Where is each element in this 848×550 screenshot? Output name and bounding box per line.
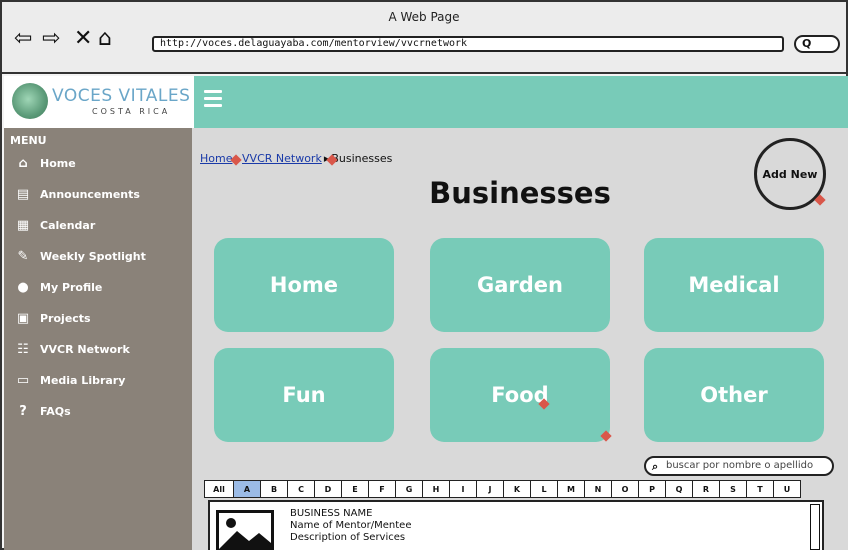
letter-filter-all[interactable]: All (204, 480, 234, 498)
breadcrumb-network-link[interactable]: VVCR Network (242, 152, 322, 165)
letter-filter-g[interactable]: G (395, 480, 423, 498)
letter-filter-t[interactable]: T (746, 480, 774, 498)
site-header: VOCES VITALES COSTA RICA (4, 76, 848, 128)
letter-filter-o[interactable]: O (611, 480, 639, 498)
sidebar-item-calendar[interactable]: ▦ Calendar (14, 214, 95, 236)
directory-search-input[interactable]: ⌕ buscar por nombre o apellido (644, 456, 834, 476)
breadcrumb-current: Businesses (331, 152, 393, 165)
directory-search-placeholder: buscar por nombre o apellido (666, 460, 814, 471)
forward-arrow-icon[interactable]: ⇨ (42, 26, 60, 52)
projects-icon: ▣ (16, 310, 30, 326)
letter-filter-j[interactable]: J (476, 480, 504, 498)
sidebar-item-label: My Profile (40, 280, 103, 294)
letter-filter-n[interactable]: N (584, 480, 612, 498)
letter-filter-s[interactable]: S (719, 480, 747, 498)
main-content: Home▸VVCR Network▸Businesses Businesses … (192, 128, 848, 550)
letter-filter-c[interactable]: C (287, 480, 315, 498)
sidebar-item-label: FAQs (40, 404, 71, 418)
category-label: Home (269, 273, 339, 297)
category-food-tile[interactable]: Food (430, 348, 610, 442)
letter-filter-q[interactable]: Q (665, 480, 693, 498)
sidebar-item-faqs[interactable]: ? FAQs (14, 400, 71, 422)
logo[interactable]: VOCES VITALES COSTA RICA (4, 76, 194, 128)
browser-search-field[interactable]: Q (794, 35, 840, 53)
letter-filter-k[interactable]: K (503, 480, 531, 498)
sidebar-item-vvcr-network[interactable]: ☷ VVCR Network (14, 338, 130, 360)
scrollbar[interactable] (810, 504, 820, 550)
window-title: A Web Page (388, 10, 460, 24)
logo-title: VOCES VITALES (52, 86, 191, 106)
home-icon: ⌂ (18, 155, 28, 171)
sidebar-item-label: Media Library (40, 373, 126, 387)
sidebar-item-announcements[interactable]: ▤ Announcements (14, 183, 140, 205)
sidebar: MENU ⌂ Home ▤ Announcements ▦ Calendar ✎… (4, 128, 192, 550)
logo-mark-icon (12, 83, 48, 119)
service-description: Description of Services (290, 532, 406, 543)
browser-titlebar: A Web Page ⇦ ⇨ ✕ ⌂ http://voces.delaguay… (2, 2, 846, 74)
sidebar-item-weekly-spotlight[interactable]: ✎ Weekly Spotlight (14, 245, 146, 267)
image-placeholder-icon (216, 510, 274, 550)
category-label: Fun (282, 383, 326, 407)
letter-filter-p[interactable]: P (638, 480, 666, 498)
page-title: Businesses (429, 176, 611, 210)
add-new-label: Add New (762, 167, 818, 181)
category-label: Garden (477, 273, 563, 297)
letter-filter-r[interactable]: R (692, 480, 720, 498)
letter-filter-d[interactable]: D (314, 480, 342, 498)
letter-filter-h[interactable]: H (422, 480, 450, 498)
stop-icon[interactable]: ✕ (74, 26, 92, 52)
letter-filter-l[interactable]: L (530, 480, 558, 498)
sidebar-item-projects[interactable]: ▣ Projects (14, 307, 91, 329)
category-label: Other (700, 383, 768, 407)
network-icon: ☷ (17, 341, 29, 357)
business-name: BUSINESS NAME (290, 508, 373, 519)
sidebar-item-my-profile[interactable]: ● My Profile (14, 276, 102, 298)
menu-heading: MENU (10, 134, 47, 147)
category-other-tile[interactable]: Other (644, 348, 824, 442)
search-icon: Q (802, 37, 812, 50)
result-list: BUSINESS NAME Name of Mentor/Mentee Desc… (208, 500, 824, 550)
sidebar-item-label: Announcements (40, 187, 140, 201)
result-item[interactable]: BUSINESS NAME Name of Mentor/Mentee Desc… (290, 508, 411, 544)
letter-filter-a[interactable]: A (233, 480, 261, 498)
breadcrumb: Home▸VVCR Network▸Businesses (200, 152, 392, 165)
letter-filter-f[interactable]: F (368, 480, 396, 498)
user-icon: ● (17, 279, 29, 295)
breadcrumb-home-link[interactable]: Home (200, 152, 232, 165)
letter-filter-i[interactable]: I (449, 480, 477, 498)
letter-filter-u[interactable]: U (773, 480, 801, 498)
browser-window: A Web Page ⇦ ⇨ ✕ ⌂ http://voces.delaguay… (0, 0, 848, 550)
monitor-icon: ▭ (16, 372, 30, 388)
search-icon: ⌕ (652, 460, 659, 473)
alphabet-filter: All A B C D E F G H I J K L M N O P Q R S T U (204, 480, 801, 498)
sidebar-item-media-library[interactable]: ▭ Media Library (14, 369, 126, 391)
category-fun-tile[interactable]: Fun (214, 348, 394, 442)
help-icon: ? (19, 403, 27, 419)
logo-subtitle: COSTA RICA (92, 107, 171, 116)
newspaper-icon: ▤ (16, 186, 30, 202)
sidebar-item-label: Home (40, 156, 76, 170)
home-nav-icon[interactable]: ⌂ (98, 26, 112, 52)
spotlight-icon: ✎ (17, 248, 29, 264)
category-medical-tile[interactable]: Medical (644, 238, 824, 332)
sidebar-item-label: Weekly Spotlight (40, 249, 146, 263)
sidebar-item-label: Calendar (40, 218, 96, 232)
letter-filter-m[interactable]: M (557, 480, 585, 498)
sidebar-item-label: Projects (40, 311, 91, 325)
sidebar-item-home[interactable]: ⌂ Home (14, 152, 76, 174)
calendar-icon: ▦ (16, 217, 30, 233)
category-home-tile[interactable]: Home (214, 238, 394, 332)
url-bar[interactable]: http://voces.delaguayaba.com/mentorview/… (152, 36, 784, 52)
sidebar-item-label: VVCR Network (40, 342, 130, 356)
mentor-name: Name of Mentor/Mentee (290, 520, 412, 531)
back-arrow-icon[interactable]: ⇦ (14, 26, 32, 52)
letter-filter-e[interactable]: E (341, 480, 369, 498)
category-label: Medical (688, 273, 780, 297)
category-garden-tile[interactable]: Garden (430, 238, 610, 332)
hamburger-menu-icon[interactable] (204, 90, 222, 110)
letter-filter-b[interactable]: B (260, 480, 288, 498)
